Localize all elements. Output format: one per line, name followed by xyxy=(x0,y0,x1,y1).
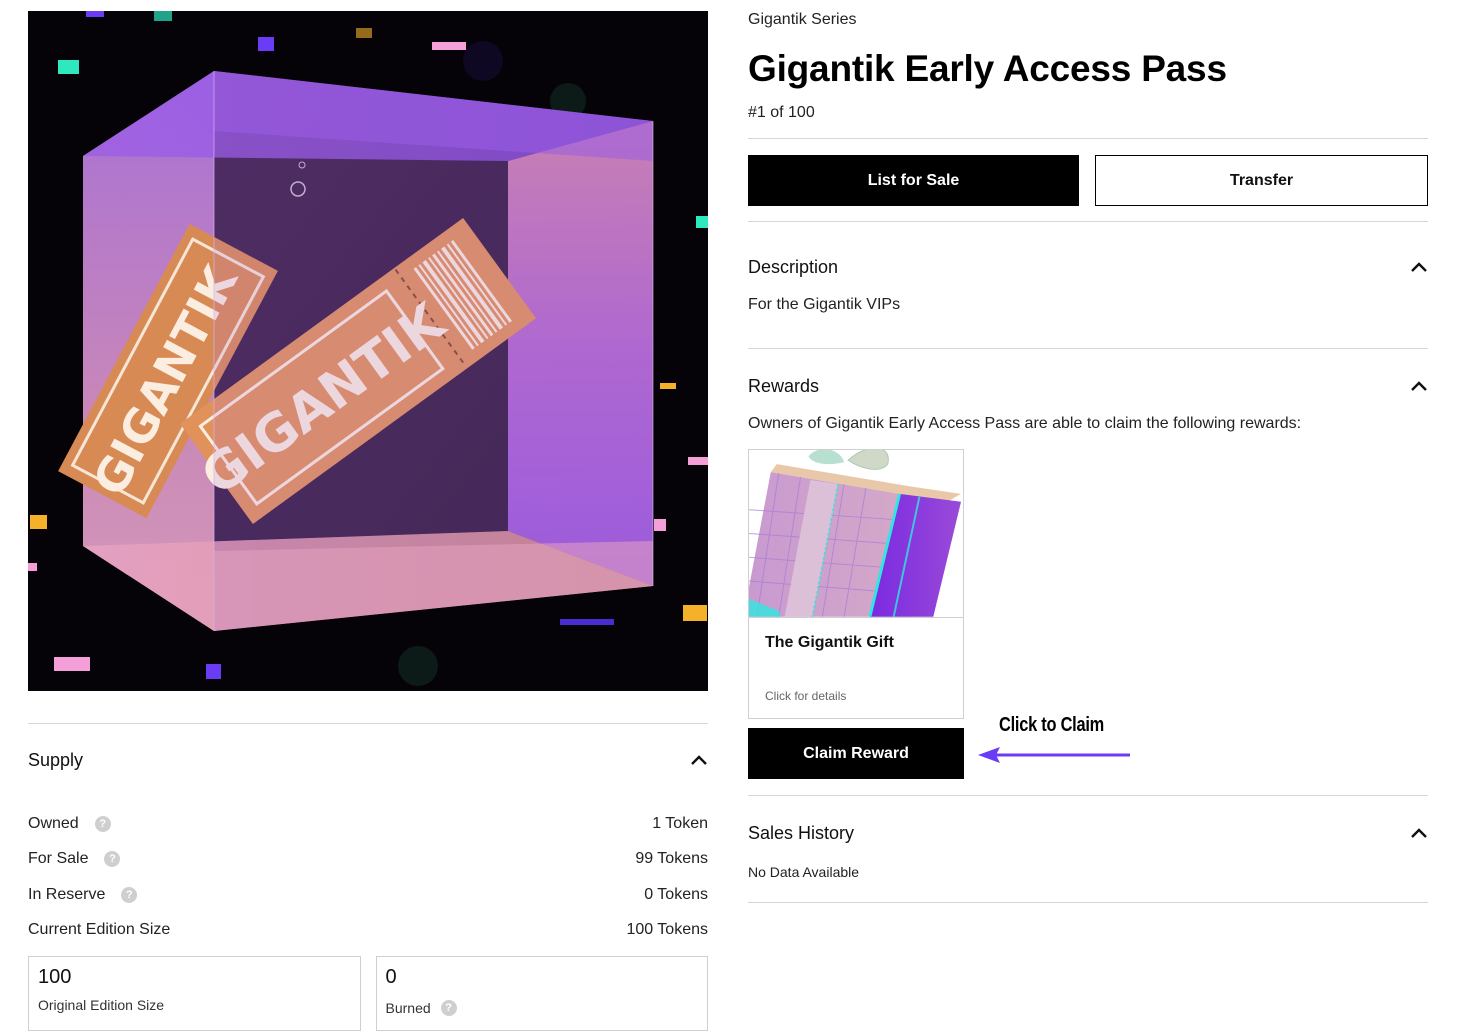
reward-name: The Gigantik Gift xyxy=(765,634,894,651)
supply-row-in-reserve: In Reserve? 0 Tokens xyxy=(28,877,708,913)
chevron-up-icon[interactable] xyxy=(1410,261,1428,273)
supply-list: Owned? 1 Token For Sale? 99 Tokens In Re… xyxy=(28,806,708,948)
sales-history-header[interactable]: Sales History xyxy=(748,821,1428,845)
supply-value: 1 Token xyxy=(652,814,708,832)
list-for-sale-button[interactable]: List for Sale xyxy=(748,155,1079,206)
arrow-left-icon xyxy=(978,747,1130,763)
description-section: Description For the Gigantik VIPs xyxy=(748,255,1428,314)
chevron-up-icon[interactable] xyxy=(690,754,708,766)
stat-number: 0 xyxy=(385,966,397,988)
supply-title: Supply xyxy=(28,749,84,770)
help-icon[interactable]: ? xyxy=(121,886,138,903)
supply-label: In Reserve xyxy=(28,885,106,903)
sales-history-section: Sales History No Data Available xyxy=(748,821,1428,880)
reward-details-link[interactable]: Click for details xyxy=(765,689,846,703)
transfer-button[interactable]: Transfer xyxy=(1095,155,1428,206)
supply-label: Owned xyxy=(28,814,79,832)
supply-row-current-edition: Current Edition Size 100 Tokens xyxy=(28,913,708,949)
supply-value: 100 Tokens xyxy=(626,921,708,939)
supply-row-for-sale: For Sale? 99 Tokens xyxy=(28,842,708,878)
stat-number: 100 xyxy=(38,966,72,988)
supply-header[interactable]: Supply xyxy=(28,748,708,772)
supply-row-owned: Owned? 1 Token xyxy=(28,806,708,842)
help-icon[interactable]: ? xyxy=(440,1000,457,1016)
stat-caption: Burned xyxy=(385,1000,431,1016)
help-icon[interactable]: ? xyxy=(104,851,121,868)
click-to-claim-annotation: Click to Claim xyxy=(999,714,1105,736)
supply-label: Current Edition Size xyxy=(28,921,171,939)
divider xyxy=(748,795,1428,796)
nft-artwork[interactable]: GIGANTIK GIGANTIK xyxy=(28,11,708,691)
divider xyxy=(748,348,1428,349)
rewards-section: Rewards Owners of Gigantik Early Access … xyxy=(748,374,1428,779)
help-icon[interactable]: ? xyxy=(94,815,111,832)
supply-value: 0 Tokens xyxy=(644,885,708,903)
reward-card[interactable]: The Gigantik Gift Click for details xyxy=(748,449,964,719)
claim-reward-button[interactable]: Claim Reward xyxy=(748,728,964,779)
artwork-illustration: GIGANTIK GIGANTIK xyxy=(28,11,708,691)
supply-section: Supply Owned? 1 Token For Sale? 99 Token… xyxy=(28,723,708,1031)
sales-history-title: Sales History xyxy=(748,822,855,843)
sales-history-empty: No Data Available xyxy=(748,864,860,880)
original-edition-box: 100 Original Edition Size xyxy=(28,956,361,1031)
rewards-intro: Owners of Gigantik Early Access Pass are… xyxy=(748,415,1302,432)
details-panel: Gigantik Series Gigantik Early Access Pa… xyxy=(748,0,1428,903)
chevron-up-icon[interactable] xyxy=(1410,827,1428,839)
claim-row: Claim Reward Click to Claim xyxy=(748,714,1428,779)
chevron-up-icon[interactable] xyxy=(1410,380,1428,392)
gift-box-illustration xyxy=(749,450,962,617)
divider xyxy=(748,138,1428,139)
description-title: Description xyxy=(748,256,839,277)
supply-label: For Sale xyxy=(28,850,89,868)
divider xyxy=(748,902,1428,903)
divider xyxy=(748,221,1428,222)
stat-caption: Original Edition Size xyxy=(38,997,165,1013)
supply-value: 99 Tokens xyxy=(635,850,708,868)
description-header[interactable]: Description xyxy=(748,255,1428,279)
reward-image xyxy=(749,450,963,618)
rewards-header[interactable]: Rewards xyxy=(748,374,1428,398)
action-buttons: List for Sale Transfer xyxy=(748,155,1428,206)
rewards-title: Rewards xyxy=(748,375,820,396)
reward-info: The Gigantik Gift Click for details xyxy=(749,618,963,718)
edition-number: #1 of 100 xyxy=(748,104,815,121)
description-text: For the Gigantik VIPs xyxy=(748,296,901,313)
page-title: Gigantik Early Access Pass xyxy=(748,48,1227,89)
burned-box: 0 Burned? xyxy=(375,956,708,1031)
supply-stat-boxes: 100 Original Edition Size 0 Burned? xyxy=(28,956,708,1031)
series-link[interactable]: Gigantik Series xyxy=(748,11,1428,31)
